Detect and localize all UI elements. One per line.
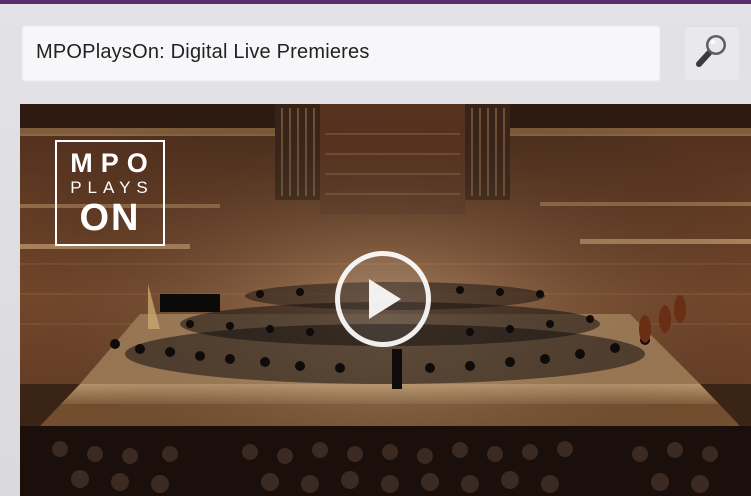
magnifier-icon [693, 31, 731, 74]
logo-line-2: PLAYS [70, 178, 154, 197]
play-icon [363, 277, 403, 321]
mpo-plays-on-logo: MPO PLAYS ON [55, 140, 165, 246]
search-input[interactable]: MPOPlaysOn: Digital Live Premieres [22, 25, 660, 80]
search-query-text: MPOPlaysOn: Digital Live Premieres [36, 41, 370, 63]
logo-line-1: MPO [70, 148, 156, 178]
search-button[interactable] [684, 25, 740, 80]
play-button[interactable] [335, 251, 431, 347]
video-player[interactable]: MPO PLAYS ON [20, 104, 751, 496]
logo-line-3: ON [79, 197, 141, 239]
window-top-border [0, 0, 751, 4]
